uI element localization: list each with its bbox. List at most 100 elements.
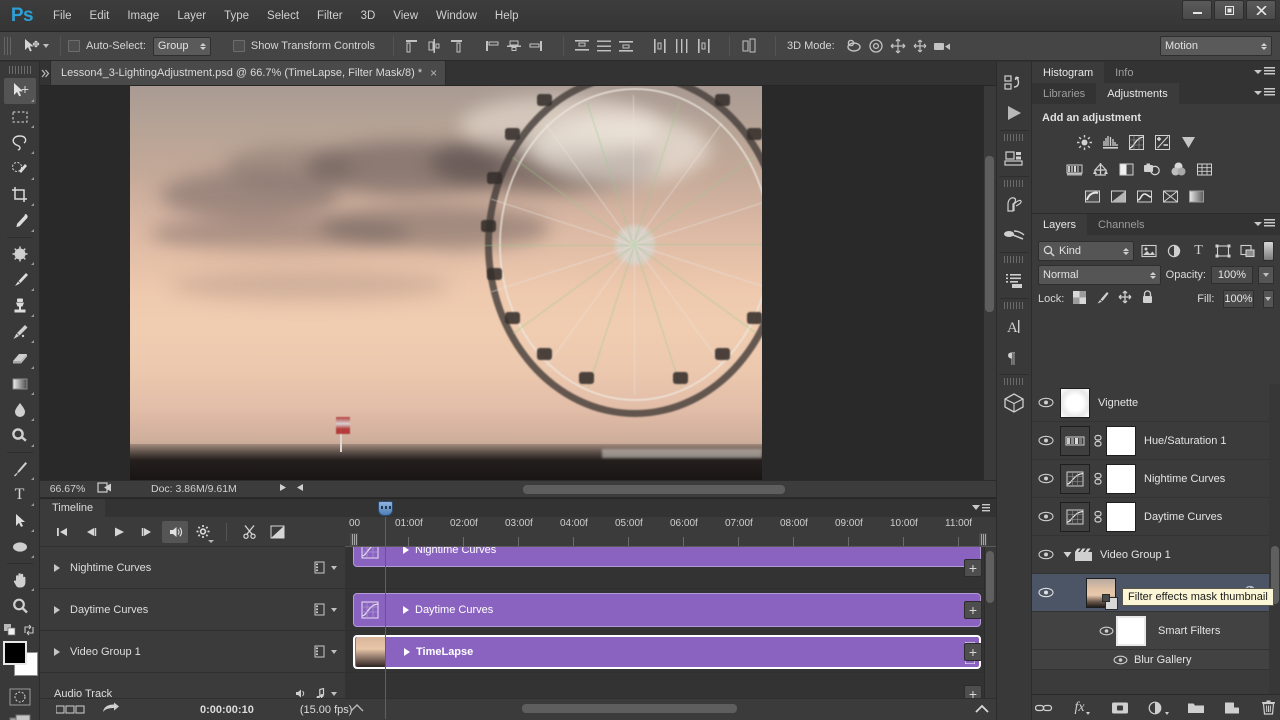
hand-tool[interactable] (4, 567, 36, 593)
lock-position-icon[interactable] (1118, 290, 1132, 307)
transition-button[interactable] (265, 521, 291, 543)
menu-layer[interactable]: Layer (168, 0, 215, 32)
quick-mask-mode-button[interactable] (4, 684, 36, 710)
timeline-clip[interactable]: TimeLapse (353, 635, 981, 669)
dock-grip[interactable] (1004, 378, 1024, 385)
minimize-button[interactable] (1182, 0, 1212, 20)
track-header-video-group-1[interactable]: Video Group 1 (40, 631, 345, 673)
scrollbar-thumb[interactable] (523, 485, 785, 494)
distribute-bottom-edges-button[interactable] (615, 35, 637, 57)
brush-tool[interactable] (4, 267, 36, 293)
posterize-icon[interactable] (1106, 185, 1130, 207)
panel-menu-button[interactable] (1254, 219, 1275, 228)
paragraph-styles-icon[interactable] (999, 266, 1029, 296)
layer-name[interactable]: Smart Filters (1158, 625, 1220, 637)
zoom-in-timeline-icon[interactable] (975, 704, 989, 719)
active-tool-preset[interactable] (17, 36, 53, 56)
filter-pixel-icon[interactable] (1139, 241, 1159, 261)
canvas-vertical-scrollbar[interactable] (983, 86, 996, 480)
panel-menu-button[interactable] (1254, 67, 1275, 76)
3d-roll-icon[interactable] (865, 35, 887, 57)
timeline-clip[interactable]: Daytime Curves (353, 593, 981, 627)
render-video-icon[interactable] (56, 705, 92, 715)
split-clip-button[interactable] (237, 521, 263, 543)
mask-link-icon[interactable] (1090, 472, 1106, 486)
panel-menu-button[interactable] (1254, 88, 1275, 97)
menu-view[interactable]: View (384, 0, 427, 32)
current-time-display[interactable]: 0:00:00:10 (200, 704, 254, 716)
path-selection-tool[interactable] (4, 508, 36, 534)
photo-filter-icon[interactable] (1140, 158, 1164, 180)
document-tab[interactable]: Lesson4_3-LightingAdjustment.psd @ 66.7%… (50, 61, 447, 85)
3d-pan-icon[interactable] (887, 35, 909, 57)
zoom-out-timeline-icon[interactable] (350, 702, 364, 717)
layer-mask-thumbnail[interactable] (1106, 425, 1136, 456)
film-strip-icon[interactable] (313, 645, 326, 658)
scrollbar-thumb[interactable] (522, 704, 737, 713)
zoom-level[interactable]: 66.67% (40, 483, 95, 495)
work-area-start-handle[interactable] (350, 533, 358, 546)
align-horizontal-centers-button[interactable] (423, 35, 445, 57)
dodge-tool[interactable] (4, 423, 36, 449)
fill-slider-button[interactable] (1262, 289, 1274, 308)
canvas-area[interactable] (40, 86, 996, 480)
go-to-first-frame-button[interactable] (50, 521, 76, 543)
timeline-horizontal-scrollbar[interactable] (350, 698, 968, 720)
distribute-left-edges-button[interactable] (649, 35, 671, 57)
invert-icon[interactable] (1080, 185, 1104, 207)
tool-preset-chevron-icon[interactable] (43, 44, 49, 48)
timeline-settings-button[interactable] (190, 521, 216, 543)
dock-grip[interactable] (1004, 134, 1024, 141)
filter-type-icon[interactable]: T (1189, 241, 1209, 261)
tab-channels[interactable]: Channels (1087, 214, 1155, 235)
track-clips-area[interactable]: Nightime Curves + Daytime Curves + TimeL… (345, 547, 996, 720)
playhead-handle[interactable] (378, 501, 393, 516)
timeline-panel-menu-button[interactable] (971, 503, 991, 516)
menu-file[interactable]: File (44, 0, 81, 32)
tab-strip-grip[interactable] (40, 61, 50, 85)
scrollbar-thumb[interactable] (986, 551, 994, 603)
track-header-nightime-curves[interactable]: Nightime Curves (40, 547, 345, 589)
layer-visibility-toggle[interactable] (1032, 397, 1060, 408)
layer-row-hue-saturation-1[interactable]: Hue/Saturation 1 (1032, 422, 1280, 460)
tab-histogram[interactable]: Histogram (1032, 62, 1105, 83)
brightness-contrast-icon[interactable] (1072, 131, 1096, 153)
layer-row-smart-filters[interactable]: Smart Filters (1032, 612, 1280, 650)
layer-visibility-toggle[interactable] (1032, 511, 1060, 522)
black-white-icon[interactable] (1114, 158, 1138, 180)
tab-info[interactable]: Info (1104, 62, 1144, 83)
menu-help[interactable]: Help (486, 0, 528, 32)
lock-all-icon[interactable] (1141, 290, 1154, 307)
crop-tool[interactable] (4, 182, 36, 208)
align-right-edges-button[interactable] (445, 35, 467, 57)
layer-name[interactable]: Video Group 1 (1100, 549, 1171, 561)
show-transform-controls-checkbox[interactable] (232, 40, 245, 52)
blend-mode-dropdown[interactable]: Normal (1038, 265, 1161, 285)
3d-slide-icon[interactable] (909, 35, 931, 57)
workspace-switcher[interactable]: Motion (1160, 36, 1272, 56)
close-icon[interactable]: × (430, 67, 437, 79)
tab-adjustments[interactable]: Adjustments (1096, 83, 1179, 104)
paragraph-icon[interactable]: ¶ (999, 342, 1029, 372)
close-button[interactable] (1246, 0, 1276, 20)
opacity-slider-button[interactable] (1258, 266, 1274, 284)
maximize-button[interactable] (1214, 0, 1244, 20)
levels-icon[interactable] (1098, 131, 1122, 153)
add-layer-mask-icon[interactable] (1110, 698, 1130, 718)
film-strip-icon[interactable] (313, 603, 326, 616)
layer-visibility-toggle[interactable] (1032, 587, 1060, 598)
filter-shape-icon[interactable] (1213, 241, 1233, 261)
group-disclosure-triangle-icon[interactable] (1060, 550, 1074, 559)
layer-name[interactable]: Vignette (1098, 397, 1138, 409)
auto-select-checkbox[interactable] (68, 40, 80, 52)
layer-name[interactable]: Nightime Curves (1144, 473, 1225, 485)
layer-mask-thumbnail[interactable] (1106, 501, 1136, 532)
layer-visibility-toggle[interactable] (1032, 549, 1060, 560)
move-tool[interactable] (3, 78, 36, 104)
disclosure-triangle-icon[interactable] (54, 647, 60, 656)
layer-visibility-toggle[interactable] (1032, 473, 1060, 484)
menu-image[interactable]: Image (118, 0, 168, 32)
align-bottom-edges-button[interactable] (525, 35, 547, 57)
timeline-clip[interactable]: Nightime Curves (353, 547, 981, 567)
pen-tool[interactable] (4, 456, 36, 482)
